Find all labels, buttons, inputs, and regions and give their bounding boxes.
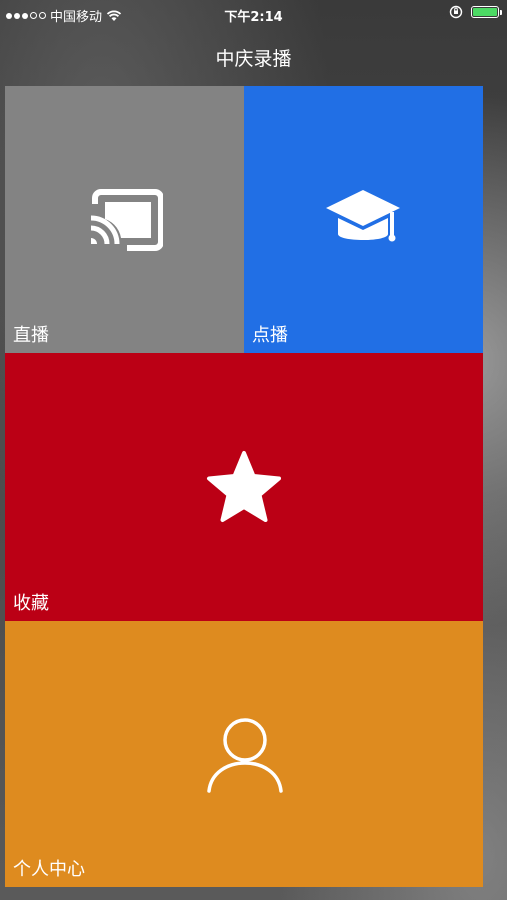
battery-icon: [471, 6, 502, 18]
page-title: 中庆录播: [215, 48, 292, 70]
status-bar: 中国移动 下午2:14: [0, 0, 507, 28]
user-icon: [207, 718, 283, 793]
tile-label-vod: 点播: [252, 325, 288, 346]
tile-label-favorites: 收藏: [13, 593, 49, 614]
graduation-cap-icon: [326, 190, 400, 242]
tile-live[interactable]: 直播: [5, 86, 244, 353]
orientation-lock-icon: [449, 5, 463, 19]
tile-vod[interactable]: 点播: [244, 86, 483, 353]
star-icon: [207, 451, 281, 522]
tile-label-profile: 个人中心: [13, 859, 85, 880]
tile-favorites[interactable]: 收藏: [5, 353, 483, 621]
cast-icon: [90, 189, 163, 251]
tile-label-live: 直播: [13, 325, 49, 346]
status-time: 下午2:14: [224, 10, 283, 25]
tile-profile[interactable]: 个人中心: [5, 621, 483, 887]
